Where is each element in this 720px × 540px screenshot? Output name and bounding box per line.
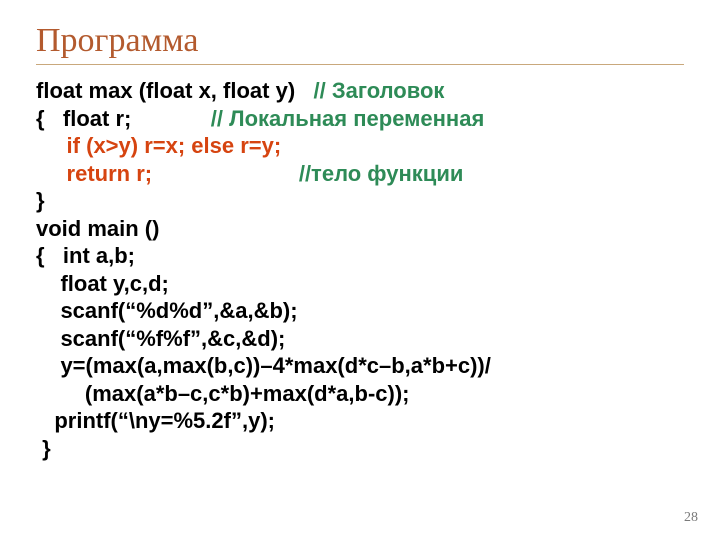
code-line-9: scanf(“%d%d”,&a,&b); bbox=[36, 298, 298, 323]
code-line-13: printf(“\ny=%5.2f”,y); bbox=[36, 408, 275, 433]
code-line-4-code: return r; bbox=[36, 161, 152, 186]
code-line-4-comment: //тело функции bbox=[299, 161, 464, 186]
slide-title: Программа bbox=[36, 22, 684, 60]
page-number: 28 bbox=[684, 510, 698, 526]
code-line-5: } bbox=[36, 188, 45, 213]
code-line-10: scanf(“%f%f”,&c,&d); bbox=[36, 326, 285, 351]
code-line-2-comment: // Локальная переменная bbox=[211, 106, 485, 131]
code-line-2-code: { float r; bbox=[36, 106, 211, 131]
code-block: float max (float x, float y) // Заголово… bbox=[36, 77, 684, 462]
code-line-8: float y,c,d; bbox=[36, 271, 169, 296]
code-line-12: (max(a*b–c,c*b)+max(d*a,b-c)); bbox=[36, 381, 410, 406]
code-line-6: void main () bbox=[36, 216, 159, 241]
code-line-7: { int a,b; bbox=[36, 243, 135, 268]
code-line-11: y=(max(a,max(b,c))–4*max(d*c–b,a*b+c))/ bbox=[36, 353, 491, 378]
slide: Программа float max (float x, float y) /… bbox=[0, 0, 720, 540]
code-line-14: } bbox=[36, 436, 51, 461]
code-line-1-comment: // Заголовок bbox=[313, 78, 444, 103]
code-line-4-pad bbox=[152, 161, 299, 186]
code-line-3: if (x>y) r=x; else r=y; bbox=[36, 133, 281, 158]
title-underline bbox=[36, 64, 684, 65]
code-line-1-code: float max (float x, float y) bbox=[36, 78, 313, 103]
